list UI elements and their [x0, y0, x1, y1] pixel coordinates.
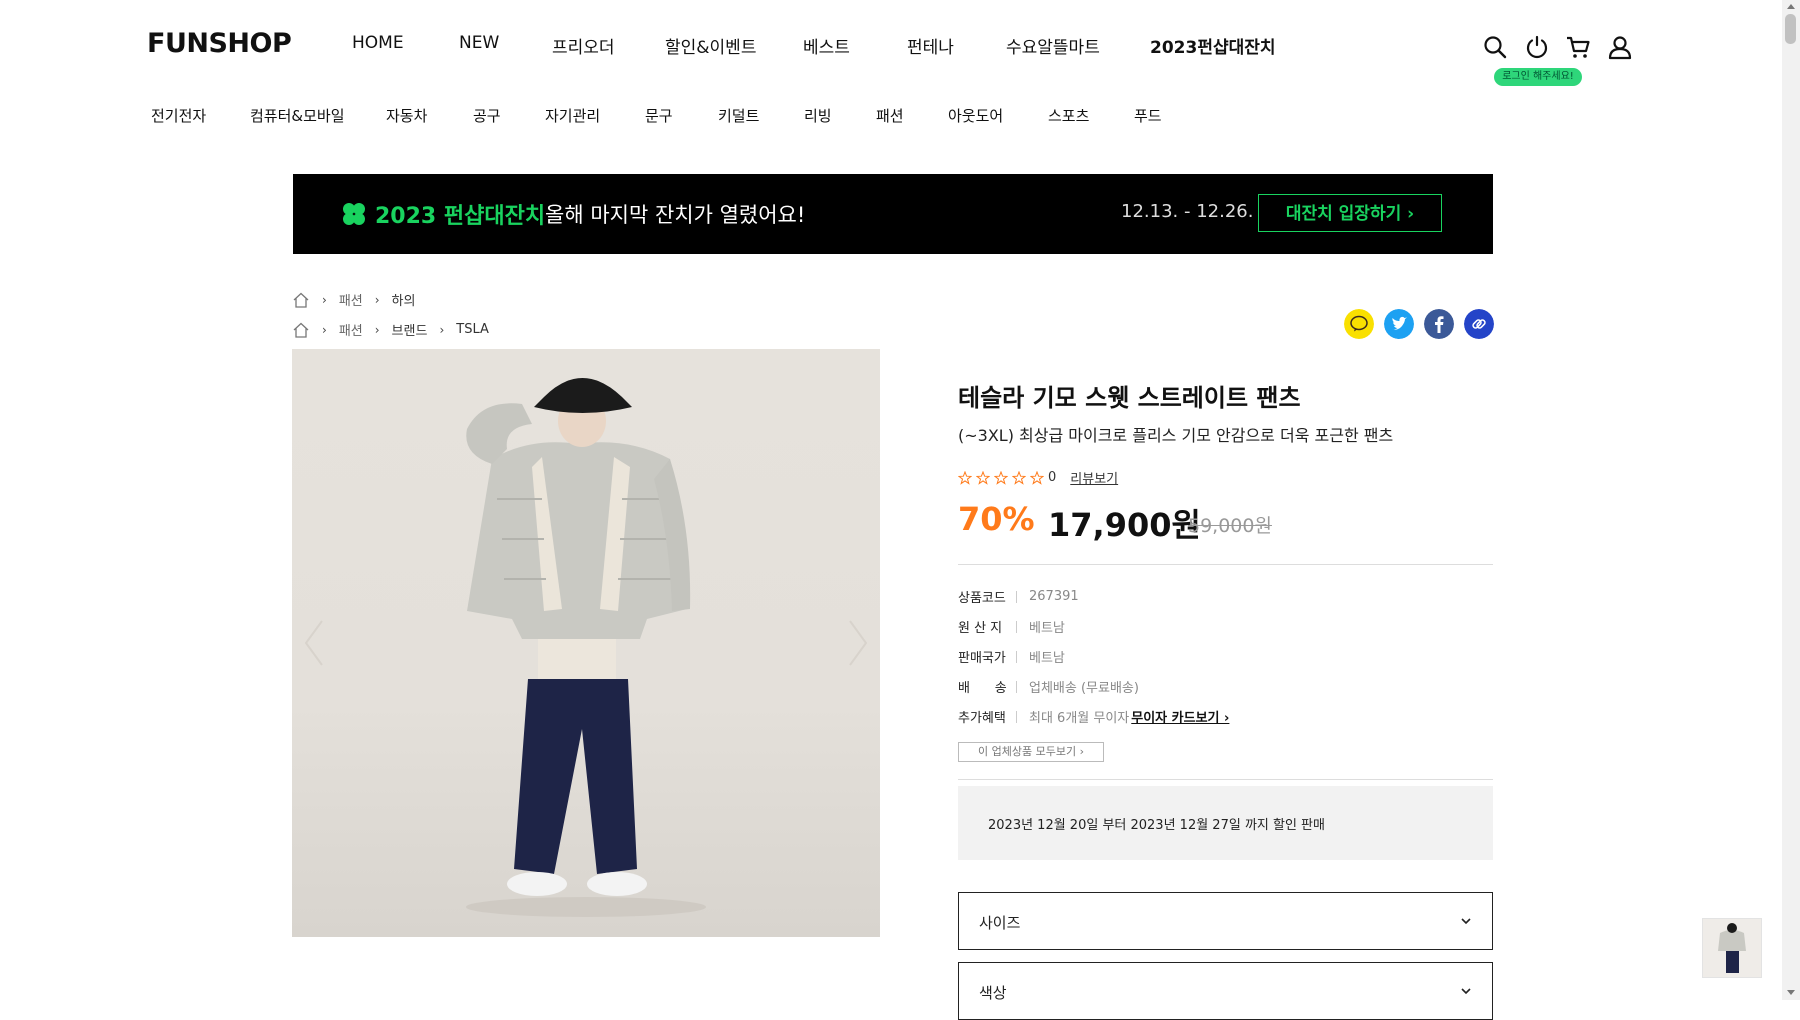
nav-preorder[interactable]: 프리오더	[552, 33, 615, 58]
star-empty-icon	[958, 470, 972, 485]
category-electronics[interactable]: 전기전자	[151, 105, 206, 126]
spec-value: 업체배송 (무료배송)	[1029, 681, 1139, 696]
interest-free-card-link[interactable]: 무이자 카드보기 ›	[1131, 707, 1229, 726]
recent-product-thumbnail[interactable]	[1702, 918, 1762, 978]
home-icon[interactable]	[292, 321, 310, 339]
breadcrumb-bottoms[interactable]: 하의	[392, 290, 416, 309]
review-link[interactable]: 리뷰보기	[1070, 468, 1118, 487]
search-icon[interactable]	[1482, 34, 1508, 60]
twitter-icon[interactable]	[1384, 309, 1414, 339]
spec-value: 최대 6개월 무이자	[1029, 711, 1130, 726]
cart-icon[interactable]	[1565, 34, 1591, 60]
sale-period-box: 2023년 12월 20일 부터 2023년 12월 27일 까지 할인 판매	[958, 786, 1493, 860]
seller-products-button[interactable]: 이 업체상품 모두보기 ›	[958, 742, 1104, 762]
breadcrumb-fashion[interactable]: 패션	[339, 320, 363, 339]
category-stationery[interactable]: 문구	[645, 105, 673, 126]
chevron-down-icon	[1461, 988, 1471, 995]
recent-product-photo	[1718, 923, 1746, 973]
kakao-icon[interactable]	[1344, 309, 1374, 339]
category-fashion[interactable]: 패션	[876, 105, 904, 126]
spec-row-country: 판매국가 베트남	[958, 647, 1065, 666]
divider	[958, 779, 1493, 780]
category-living[interactable]: 리빙	[804, 105, 832, 126]
spec-label: 추가혜택	[958, 711, 1006, 726]
chevron-right-icon: ›	[374, 322, 380, 337]
spec-label: 배 송	[958, 681, 1007, 696]
spec-value: 베트남	[1029, 651, 1065, 666]
banner-subtitle: 올해 마지막 잔치가 열렸어요!	[545, 203, 806, 227]
nav-home[interactable]: HOME	[352, 33, 404, 53]
product-title: 테슬라 기모 스웻 스트레이트 팬츠	[958, 384, 1301, 412]
discount-rate: 70%	[958, 500, 1035, 538]
category-selfcare[interactable]: 자기관리	[545, 105, 600, 126]
next-image-arrow-icon[interactable]	[844, 617, 872, 669]
category-kidult[interactable]: 키덜트	[718, 105, 759, 126]
spec-label: 상품코드	[958, 591, 1006, 606]
sale-period-text: 2023년 12월 20일 부터 2023년 12월 27일 까지 할인 판매	[988, 818, 1325, 833]
spec-label: 판매국가	[958, 651, 1006, 666]
star-empty-icon	[976, 470, 990, 485]
nav-new[interactable]: NEW	[459, 33, 499, 53]
power-icon[interactable]	[1524, 34, 1550, 60]
sale-price: 17,900원	[1048, 506, 1201, 544]
chevron-down-icon	[1461, 918, 1471, 925]
category-car[interactable]: 자동차	[386, 105, 427, 126]
category-tools[interactable]: 공구	[473, 105, 501, 126]
rating-row: 0 리뷰보기	[958, 468, 1118, 487]
nav-festival[interactable]: 2023펀샵대잔치	[1150, 33, 1276, 58]
prev-image-arrow-icon[interactable]	[300, 617, 328, 669]
nav-sale-event[interactable]: 할인&이벤트	[665, 33, 756, 58]
breadcrumb-tsla[interactable]: TSLA	[456, 322, 489, 337]
facebook-icon[interactable]	[1424, 309, 1454, 339]
category-outdoor[interactable]: 아웃도어	[948, 105, 1003, 126]
chevron-right-icon: ›	[322, 322, 327, 337]
festival-banner[interactable]: 2023 펀샵대잔치 올해 마지막 잔치가 열렸어요! 12.13. - 12.…	[293, 174, 1493, 254]
scroll-down-arrow-icon[interactable]	[1787, 990, 1795, 995]
banner-title: 2023 펀샵대잔치	[375, 204, 546, 229]
breadcrumb-brand: › 패션 › 브랜드 › TSLA	[292, 320, 489, 339]
divider	[958, 564, 1493, 565]
category-computer-mobile[interactable]: 컴퓨터&모바일	[250, 105, 345, 126]
funshop-logo[interactable]: FUNSHOP	[147, 28, 292, 59]
breadcrumb: › 패션 › 하의	[292, 290, 415, 309]
product-image[interactable]	[292, 349, 880, 937]
original-price: 59,000원	[1188, 515, 1272, 537]
rating-count: 0	[1048, 470, 1057, 485]
spec-value: 267391	[1029, 589, 1079, 604]
spec-row-origin: 원 산 지 베트남	[958, 617, 1065, 636]
color-select[interactable]: 색상	[958, 962, 1493, 1020]
spec-row-code: 상품코드 267391	[958, 587, 1079, 606]
banner-enter-button[interactable]: 대잔치 입장하기 ›	[1258, 194, 1442, 232]
user-icon[interactable]	[1607, 34, 1633, 60]
nav-funtenna[interactable]: 펀테나	[907, 33, 954, 58]
chevron-right-icon: ›	[374, 292, 380, 307]
nav-wednesday-mart[interactable]: 수요알뜰마트	[1006, 33, 1100, 58]
home-icon[interactable]	[292, 291, 310, 309]
link-icon[interactable]	[1464, 309, 1494, 339]
breadcrumb-fashion[interactable]: 패션	[339, 290, 363, 309]
spec-label: 원 산 지	[958, 621, 1003, 636]
nav-best[interactable]: 베스트	[803, 33, 850, 58]
vertical-scrollbar[interactable]	[1782, 0, 1800, 1000]
clover-icon	[343, 203, 365, 225]
breadcrumb-brand-link[interactable]: 브랜드	[392, 320, 428, 339]
scroll-up-arrow-icon[interactable]	[1787, 4, 1795, 9]
star-empty-icon	[1030, 470, 1044, 485]
chevron-right-icon: ›	[322, 292, 327, 307]
product-subtitle: (~3XL) 최상급 마이크로 플리스 기모 안감으로 더욱 포근한 팬츠	[958, 426, 1394, 445]
spec-row-shipping: 배 송 업체배송 (무료배송)	[958, 677, 1139, 696]
category-food[interactable]: 푸드	[1134, 105, 1162, 126]
star-empty-icon	[994, 470, 1008, 485]
spec-row-benefit: 추가혜택 최대 6개월 무이자 무이자 카드보기 ›	[958, 707, 1229, 726]
category-sports[interactable]: 스포츠	[1048, 105, 1089, 126]
spec-value: 베트남	[1029, 621, 1065, 636]
product-photo-model	[466, 378, 706, 917]
banner-dates: 12.13. - 12.26.	[1121, 201, 1254, 222]
chevron-right-icon: ›	[439, 322, 445, 337]
login-badge[interactable]: 로그인 해주세요!	[1494, 68, 1582, 86]
size-select-label: 사이즈	[979, 914, 1021, 932]
star-empty-icon	[1012, 470, 1026, 485]
size-select[interactable]: 사이즈	[958, 892, 1493, 950]
scrollbar-thumb[interactable]	[1785, 14, 1796, 44]
